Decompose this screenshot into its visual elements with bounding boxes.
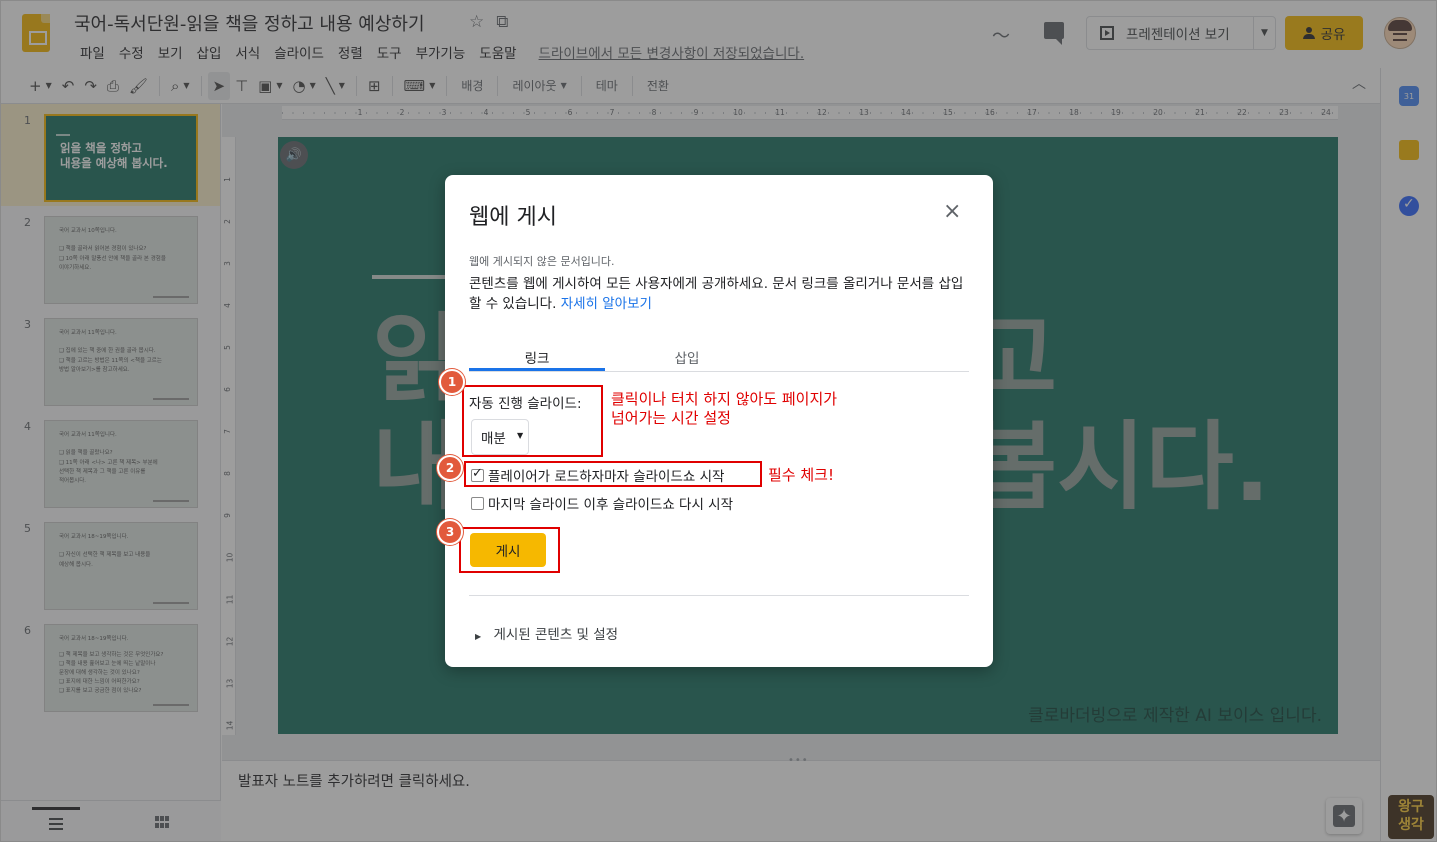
restart-label: 마지막 슬라이드 이후 슬라이드쇼 다시 시작	[488, 497, 734, 513]
restart-option[interactable]: 마지막 슬라이드 이후 슬라이드쇼 다시 시작	[471, 493, 733, 513]
annotation-badge-3: 3	[437, 519, 463, 545]
expand-triangle-icon: ▶	[475, 632, 482, 641]
annotation-box-1	[462, 385, 603, 457]
tab-embed[interactable]: 삽입	[619, 347, 755, 367]
annotation-badge-1: 1	[439, 369, 465, 395]
annotation-box-3	[459, 527, 560, 573]
dialog-description: 콘텐츠를 웹에 게시하여 모든 사용자에게 공개하세요. 문서 링크를 올리거나…	[469, 276, 964, 312]
learn-more-link[interactable]: 자세히 알아보기	[561, 296, 652, 312]
published-content-settings-toggle[interactable]: ▶ 게시된 콘텐츠 및 설정	[475, 623, 618, 643]
dialog-title: 웹에 게시	[469, 205, 557, 230]
annotation-note-1: 클릭이나 터치 하지 않아도 페이지가 넘어가는 시간 설정	[611, 390, 838, 427]
annotation-badge-2: 2	[437, 455, 463, 481]
publish-status: 웹에 게시되지 않은 문서입니다.	[469, 255, 615, 268]
dialog-divider	[469, 595, 969, 596]
active-tab-indicator	[469, 368, 605, 371]
annotation-note-2: 필수 체크!	[768, 466, 834, 484]
tab-link[interactable]: 링크	[469, 347, 605, 367]
annotation-box-2	[464, 461, 762, 487]
restart-checkbox[interactable]	[471, 496, 484, 510]
close-icon[interactable]: ×	[943, 199, 961, 224]
